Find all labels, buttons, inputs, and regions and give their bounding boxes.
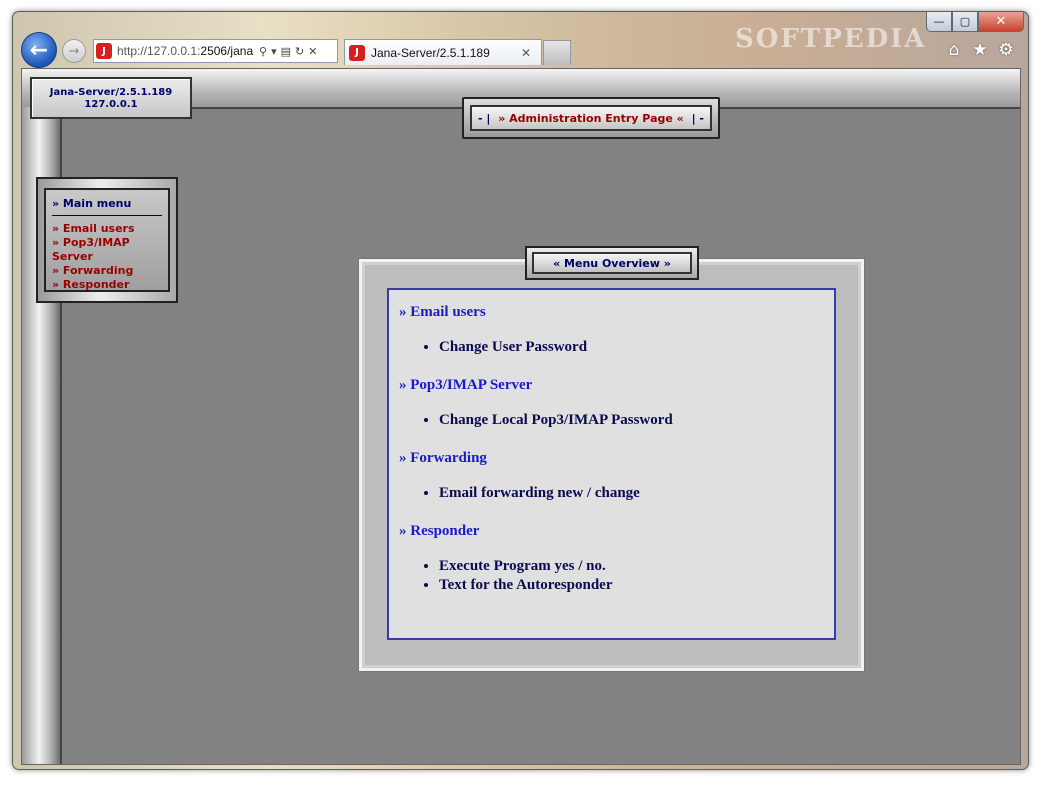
search-icon[interactable]: ⚲ [259, 45, 267, 58]
maximize-icon: ▢ [959, 15, 971, 28]
server-info-box: Jana-Server/2.5.1.189 127.0.0.1 [30, 77, 192, 119]
main-menu-inner: » Main menu » Email users » Pop3/IMAP Se… [44, 188, 170, 292]
menu-link-email-users[interactable]: » Email users [52, 222, 162, 236]
menu-link-forwarding[interactable]: » Forwarding [52, 264, 162, 278]
back-button[interactable]: ← [21, 32, 57, 68]
overview-list-pop3-imap: Change Local Pop3/IMAP Password [439, 411, 824, 430]
minimize-icon: — [933, 15, 945, 28]
star-icon[interactable]: ★ [970, 40, 990, 60]
browser-toolbar: ⌂ ★ ⚙ [944, 40, 1016, 60]
main-menu-box: » Main menu » Email users » Pop3/IMAP Se… [36, 177, 178, 303]
url-text[interactable]: http://127.0.0.1:2506/jana [117, 44, 255, 58]
menu-overview-panel: » Email users Change User Password » Pop… [359, 259, 864, 671]
overview-item-autoresponder-text[interactable]: Text for the Autoresponder [439, 576, 824, 595]
dropdown-icon[interactable]: ▾ [271, 45, 277, 58]
title-right-separator: | - [691, 111, 704, 125]
server-ip: 127.0.0.1 [84, 99, 138, 110]
browser-window: SOFTPEDIA — ▢ ✕ ← → J http://127.0.0.1:2… [12, 11, 1029, 770]
overview-item-change-local-password[interactable]: Change Local Pop3/IMAP Password [439, 411, 824, 430]
address-bar[interactable]: J http://127.0.0.1:2506/jana ⚲ ▾ ▤ ↻ ✕ [93, 39, 338, 63]
compatibility-view-icon[interactable]: ▤ [281, 45, 291, 58]
overview-section-responder[interactable]: » Responder [399, 521, 824, 541]
forward-arrow-icon: → [68, 43, 80, 59]
menu-overview-content: » Email users Change User Password » Pop… [387, 288, 836, 640]
overview-item-execute-program[interactable]: Execute Program yes / no. [439, 557, 824, 576]
overview-list-email-users: Change User Password [439, 338, 824, 357]
overview-section-forwarding[interactable]: » Forwarding [399, 448, 824, 468]
close-window-button[interactable]: ✕ [978, 12, 1024, 32]
minimize-button[interactable]: — [926, 12, 952, 32]
stop-icon[interactable]: ✕ [308, 45, 317, 58]
server-name: Jana-Server/2.5.1.189 [49, 87, 173, 98]
browser-tab[interactable]: J Jana-Server/2.5.1.189 ✕ [344, 39, 542, 65]
home-icon[interactable]: ⌂ [944, 40, 964, 60]
tab-title: Jana-Server/2.5.1.189 [371, 45, 490, 60]
main-menu-title[interactable]: » Main menu [52, 197, 162, 216]
url-path: 2506/jana [200, 44, 254, 58]
window-controls: — ▢ ✕ [926, 12, 1024, 32]
maximize-button[interactable]: ▢ [952, 12, 978, 32]
menu-overview-tab: « Menu Overview » [525, 246, 699, 280]
menu-overview-label: « Menu Overview » [532, 252, 692, 274]
overview-section-pop3-imap[interactable]: » Pop3/IMAP Server [399, 375, 824, 395]
url-host: http://127.0.0.1: [117, 44, 201, 58]
gear-icon[interactable]: ⚙ [996, 40, 1016, 60]
page-title-inner: - | » Administration Entry Page « | - [470, 105, 712, 131]
new-tab-button[interactable] [543, 40, 571, 65]
watermark: SOFTPEDIA [735, 24, 927, 54]
overview-list-forwarding: Email forwarding new / change [439, 484, 824, 503]
tab-favicon-icon: J [349, 44, 365, 61]
tab-close-icon[interactable]: ✕ [521, 46, 531, 60]
page-title-tab: - | » Administration Entry Page « | - [462, 97, 720, 139]
overview-item-change-user-password[interactable]: Change User Password [439, 338, 824, 357]
title-left-separator: - | [478, 111, 491, 125]
page-viewport: Jana-Server/2.5.1.189 127.0.0.1 - | » Ad… [21, 68, 1021, 765]
overview-section-email-users[interactable]: » Email users [399, 302, 824, 322]
overview-list-responder: Execute Program yes / no. Text for the A… [439, 557, 824, 595]
back-arrow-icon: ← [29, 37, 49, 63]
menu-link-pop3-imap-server[interactable]: » Pop3/IMAP Server [52, 236, 162, 264]
close-icon: ✕ [995, 14, 1007, 29]
menu-link-responder[interactable]: » Responder [52, 278, 162, 292]
refresh-icon[interactable]: ↻ [295, 45, 304, 58]
page-title: » Administration Entry Page « [498, 111, 684, 125]
site-favicon-icon: J [96, 43, 112, 59]
overview-item-email-forwarding[interactable]: Email forwarding new / change [439, 484, 824, 503]
forward-button[interactable]: → [62, 39, 86, 63]
